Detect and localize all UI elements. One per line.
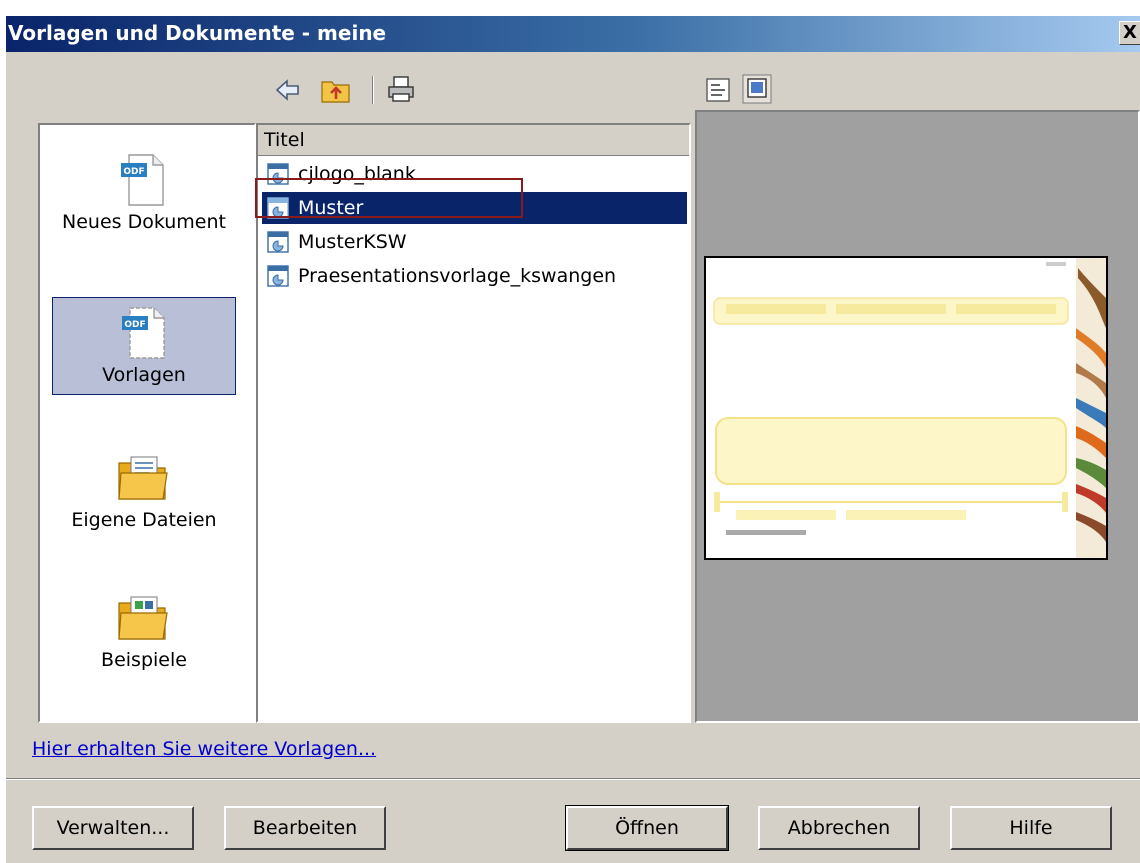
list-item[interactable]: MusterKSW bbox=[262, 226, 687, 258]
window-title: Vorlagen und Dokumente - meine bbox=[8, 21, 387, 45]
back-arrow-icon[interactable] bbox=[274, 76, 302, 104]
presentation-template-icon bbox=[266, 230, 290, 254]
odf-document-icon: ODF bbox=[115, 151, 171, 207]
manage-button[interactable]: Verwalten... bbox=[32, 806, 194, 850]
bottom-separator bbox=[6, 778, 1140, 780]
print-icon[interactable] bbox=[386, 74, 416, 104]
category-templates[interactable]: ODF Vorlagen bbox=[52, 297, 236, 395]
category-label: Vorlagen bbox=[102, 364, 186, 386]
svg-text:ODF: ODF bbox=[123, 167, 144, 177]
selection-highlight-outline bbox=[255, 178, 523, 218]
list-item-label: MusterKSW bbox=[298, 231, 407, 253]
list-item[interactable]: Praesentationsvorlage_kswangen bbox=[262, 260, 687, 292]
help-button[interactable]: Hilfe bbox=[950, 806, 1112, 850]
presentation-template-icon bbox=[266, 264, 290, 288]
preview-icon[interactable] bbox=[742, 74, 772, 104]
column-header-title[interactable]: Titel bbox=[258, 125, 689, 156]
odf-template-icon: ODF bbox=[116, 304, 172, 360]
open-button[interactable]: Öffnen bbox=[565, 805, 729, 851]
cancel-button[interactable]: Abbrechen bbox=[758, 806, 920, 850]
category-label: Beispiele bbox=[101, 649, 187, 671]
category-examples[interactable]: Beispiele bbox=[52, 583, 236, 681]
category-my-files[interactable]: Eigene Dateien bbox=[52, 443, 236, 541]
list-item-label: Praesentationsvorlage_kswangen bbox=[298, 265, 617, 287]
folder-documents-icon bbox=[115, 449, 171, 505]
close-button[interactable]: X bbox=[1119, 21, 1140, 45]
category-new-document[interactable]: ODF Neues Dokument bbox=[52, 145, 236, 243]
category-label: Neues Dokument bbox=[62, 211, 226, 233]
more-templates-link[interactable]: Hier erhalten Sie weitere Vorlagen... bbox=[32, 738, 376, 760]
templates-dialog: Vorlagen und Dokumente - meine X ODF Neu… bbox=[6, 16, 1140, 863]
folder-examples-icon bbox=[115, 589, 171, 645]
folder-up-icon[interactable] bbox=[320, 74, 352, 106]
category-panel: ODF Neues Dokument ODF Vorlagen Eigene D… bbox=[38, 123, 256, 723]
title-bar[interactable]: Vorlagen und Dokumente - meine X bbox=[6, 16, 1140, 52]
edit-button[interactable]: Bearbeiten bbox=[224, 806, 386, 850]
toolbar-separator bbox=[372, 76, 374, 104]
template-preview-thumbnail bbox=[704, 256, 1108, 560]
svg-text:ODF: ODF bbox=[124, 320, 145, 330]
document-properties-icon[interactable] bbox=[704, 76, 732, 104]
category-label: Eigene Dateien bbox=[71, 509, 217, 531]
